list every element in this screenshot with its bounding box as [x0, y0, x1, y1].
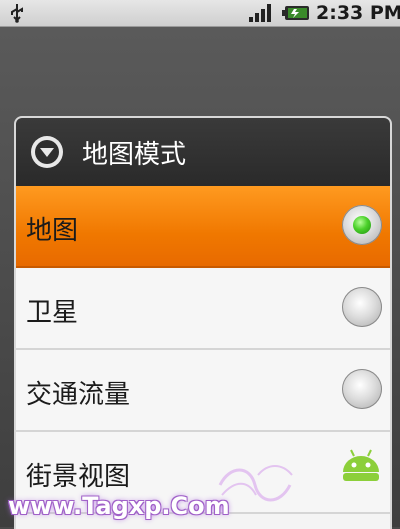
status-bar: 2:33 PM: [0, 0, 400, 27]
option-label: 地图: [26, 216, 79, 246]
radio-selected-icon[interactable]: [342, 205, 382, 245]
map-mode-options: 地图 卫星 交通流量 街景视图: [16, 186, 390, 514]
option-map[interactable]: 地图: [16, 186, 390, 268]
radio-unselected-icon[interactable]: [342, 287, 382, 327]
option-satellite[interactable]: 卫星: [16, 268, 390, 350]
option-label: 街景视图: [26, 462, 131, 492]
option-traffic[interactable]: 交通流量: [16, 350, 390, 432]
map-mode-dialog: 地图模式 地图 卫星 交通流量 街景视图: [14, 116, 392, 529]
android-robot-icon: [343, 449, 379, 481]
battery-icon: [282, 6, 309, 20]
dropdown-circle-icon: [31, 136, 63, 168]
option-label: 卫星: [26, 298, 79, 328]
dialog-header: 地图模式: [16, 118, 390, 186]
option-label: 交通流量: [26, 380, 131, 410]
dialog-title: 地图模式: [82, 140, 187, 170]
radio-unselected-icon[interactable]: [342, 369, 382, 409]
clock: 2:33 PM: [316, 2, 400, 24]
signal-icon: [249, 4, 271, 22]
watermark-text: www.Tagxp.Com: [8, 492, 230, 520]
usb-icon: [11, 4, 23, 23]
